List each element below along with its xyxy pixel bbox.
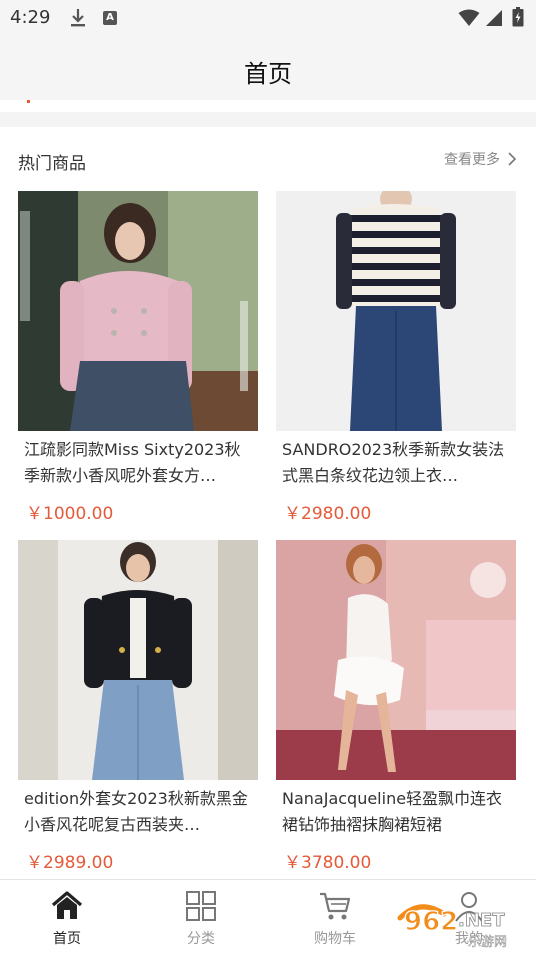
product-image[interactable]: [276, 540, 516, 780]
product-price: ￥2980.00: [284, 504, 372, 524]
tab-home[interactable]: 首页: [0, 880, 134, 954]
wifi-icon: [458, 9, 480, 26]
product-price: ￥2989.00: [26, 853, 114, 873]
product-card[interactable]: 江疏影同款Miss Sixty2023秋季新款小香风呢外套女方… ￥1000.0…: [18, 191, 258, 527]
tab-label: 购物车: [314, 931, 356, 947]
scrolled-content-edge: [0, 100, 536, 112]
svg-text:乐游网: 乐游网: [468, 935, 507, 950]
app-header: 首页: [0, 36, 536, 100]
tab-label: 首页: [53, 931, 81, 947]
product-card[interactable]: SANDRO2023秋季新款女装法式黑白条纹花边领上衣… ￥2980.00: [276, 191, 516, 527]
cellular-icon: [486, 10, 502, 26]
status-bar: 4:29 A: [0, 0, 536, 36]
product-price: ￥3780.00: [284, 853, 372, 873]
battery-icon: [512, 7, 524, 27]
home-icon: [51, 891, 83, 919]
product-name[interactable]: 江疏影同款Miss Sixty2023秋季新款小香风呢外套女方…: [24, 437, 254, 489]
see-more-link[interactable]: 查看更多: [444, 149, 518, 169]
tab-label: 分类: [187, 931, 215, 947]
tab-cart[interactable]: 购物车: [268, 880, 402, 954]
product-image[interactable]: [276, 191, 516, 431]
chevron-right-icon: [508, 152, 517, 166]
status-time: 4:29: [10, 7, 51, 28]
scrolled-mark: [27, 100, 30, 103]
product-name[interactable]: edition外套女2023秋新款黑金小香风花呢复古西装夹…: [24, 786, 254, 838]
cart-icon: [320, 892, 351, 920]
product-card[interactable]: NanaJacqueline轻盈飘巾连衣裙钻饰抽褶抹胸裙短裙 ￥3780.00: [276, 540, 516, 876]
product-price: ￥1000.00: [26, 504, 114, 524]
a-badge-icon: A: [103, 11, 117, 25]
product-name[interactable]: SANDRO2023秋季新款女装法式黑白条纹花边领上衣…: [282, 437, 512, 489]
hot-products-section: 热门商品 查看更多 江疏影同款Miss Sixty2023秋季新款小香风呢外套女…: [0, 127, 536, 879]
product-image[interactable]: [18, 540, 258, 780]
section-title: 热门商品: [18, 154, 86, 174]
page-title: 首页: [244, 60, 292, 88]
grid-icon: [186, 891, 216, 921]
tab-category[interactable]: 分类: [134, 880, 268, 954]
product-image[interactable]: [18, 191, 258, 431]
watermark-logo: 962 .NET 乐游网: [397, 904, 507, 950]
svg-text:962: 962: [404, 907, 458, 937]
see-more-label: 查看更多: [444, 152, 500, 168]
product-name[interactable]: NanaJacqueline轻盈飘巾连衣裙钻饰抽褶抹胸裙短裙: [282, 786, 512, 838]
product-card[interactable]: edition外套女2023秋新款黑金小香风花呢复古西装夹… ￥2989.00: [18, 540, 258, 876]
svg-text:.NET: .NET: [458, 910, 505, 931]
download-icon: [71, 9, 85, 27]
